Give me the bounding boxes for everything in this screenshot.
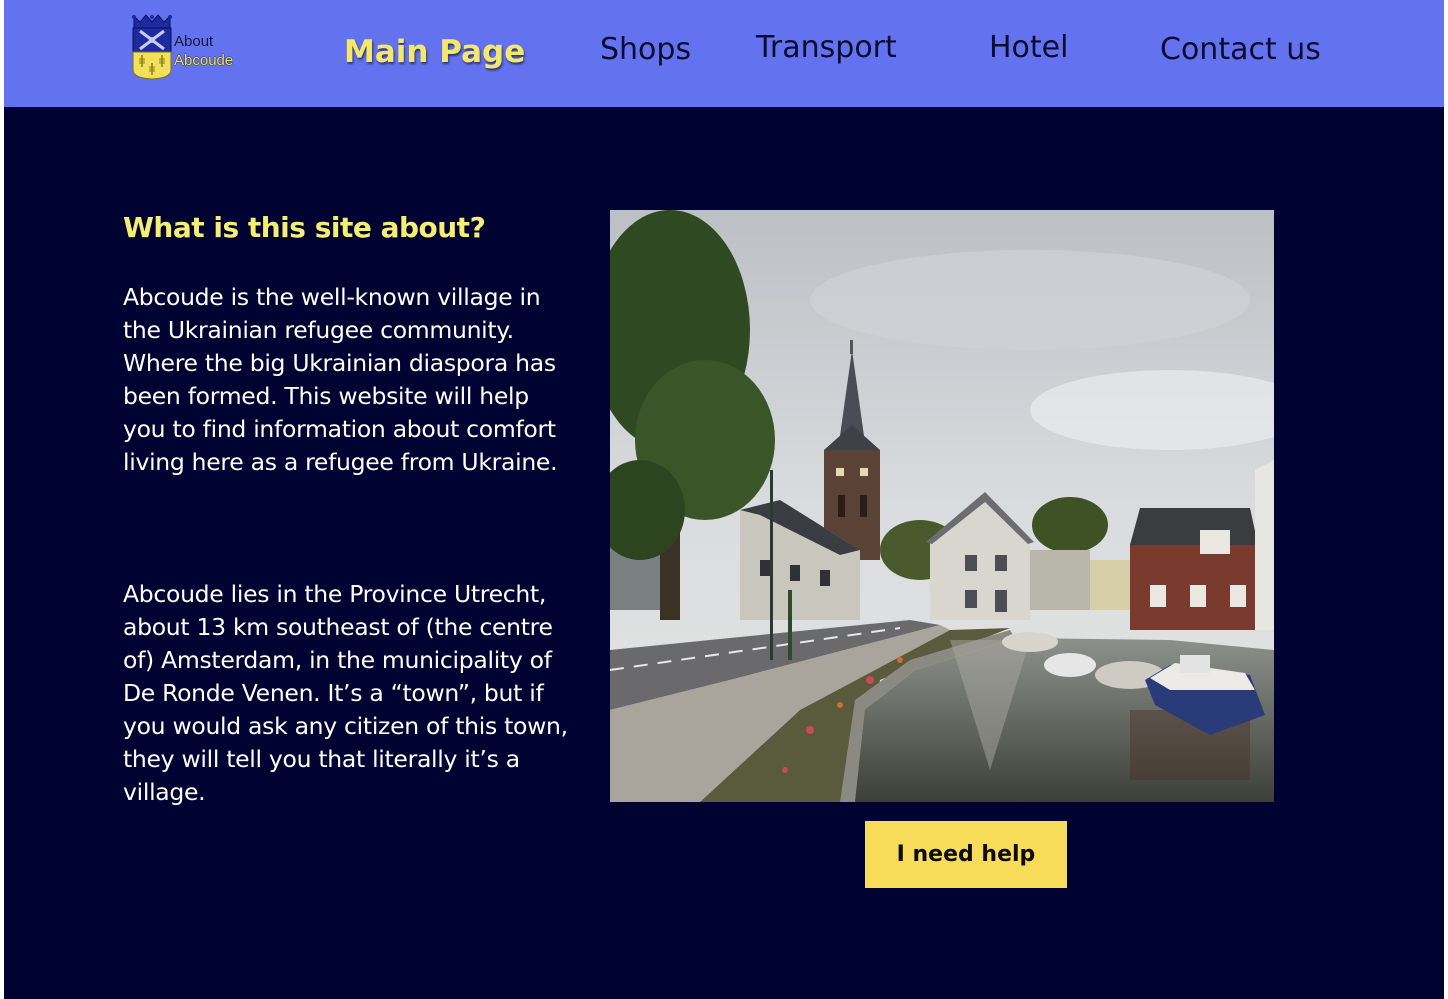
nav-shops[interactable]: Shops (600, 32, 691, 67)
village-canal-church-photo (610, 210, 1274, 802)
coat-of-arms-icon (132, 14, 172, 80)
logo-text: About Abcoude (174, 32, 233, 70)
site-logo[interactable]: About Abcoude (130, 14, 250, 82)
section-heading: What is this site about? (123, 211, 486, 244)
intro-paragraph: Abcoude is the well-known village in the… (123, 283, 558, 476)
nav-main-page[interactable]: Main Page (344, 34, 525, 70)
header-bar: About Abcoude Main Page Shops Transport … (4, 0, 1444, 107)
location-paragraph: Abcoude lies in the Province Utrecht, ab… (123, 580, 568, 806)
logo-line-2: Abcoude (174, 52, 234, 69)
nav-contact-us[interactable]: Contact us (1160, 32, 1321, 67)
nav-hotel[interactable]: Hotel (989, 30, 1068, 65)
nav-transport[interactable]: Transport (756, 30, 897, 65)
page: About Abcoude Main Page Shops Transport … (4, 0, 1444, 999)
i-need-help-button[interactable]: I need help (865, 821, 1067, 888)
logo-line-1: About (174, 33, 214, 50)
